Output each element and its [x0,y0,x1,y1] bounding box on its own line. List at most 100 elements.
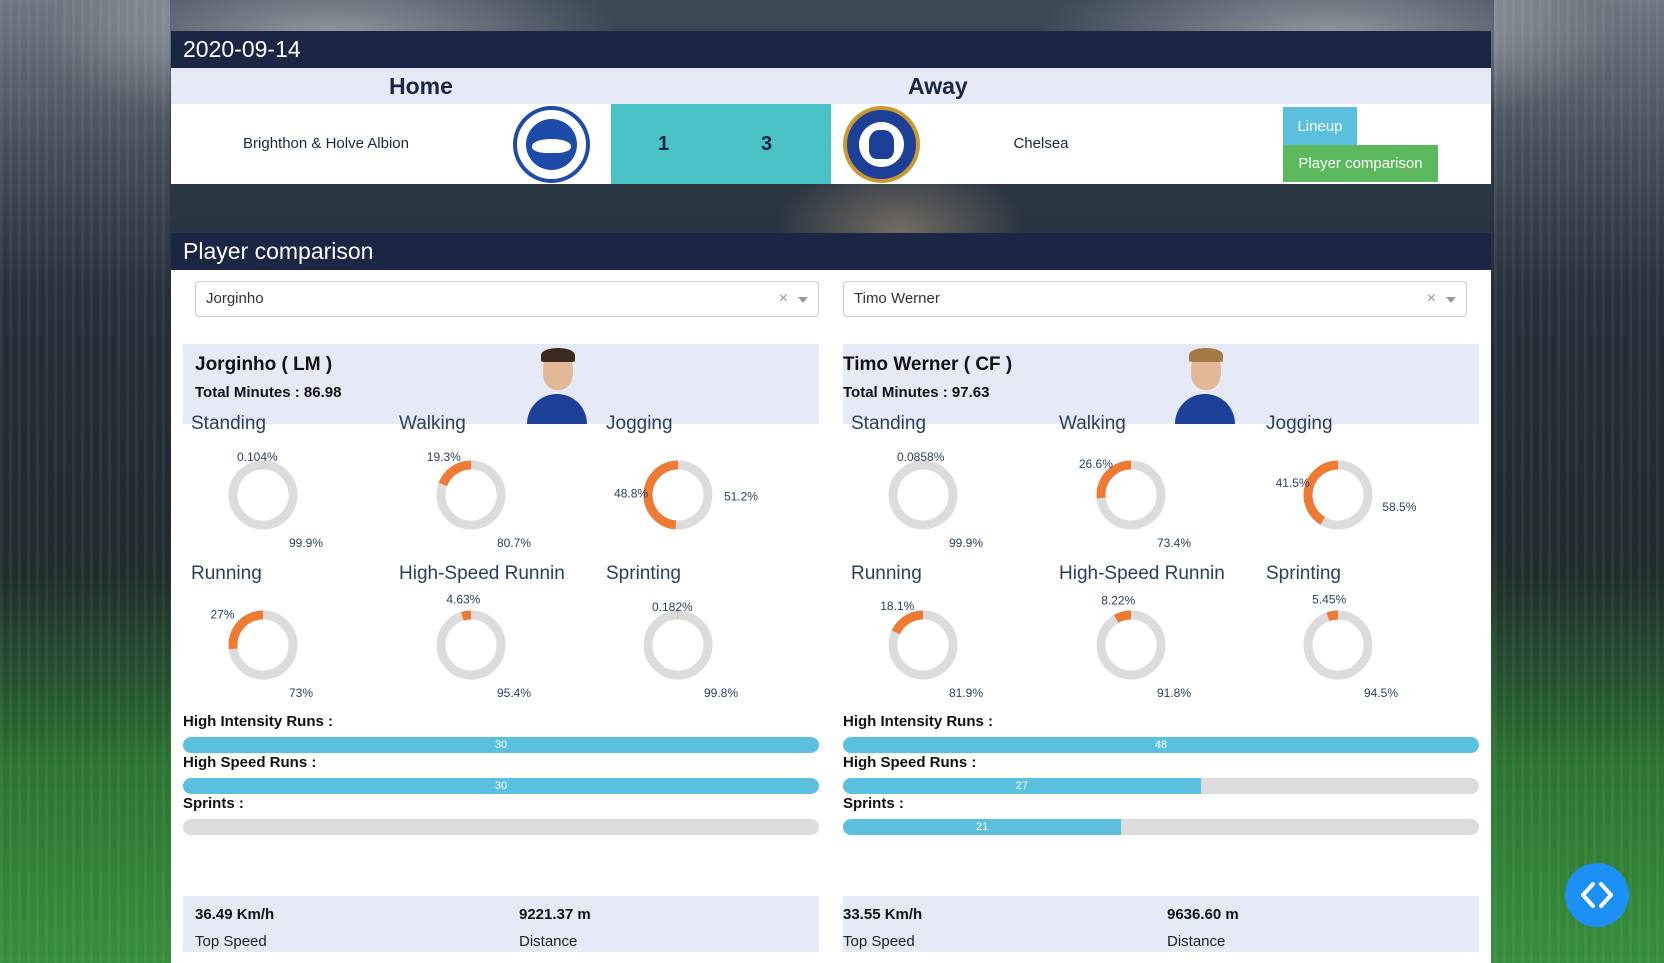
chevron-down-icon[interactable] [1446,297,1456,303]
donut-label-rest: 94.5% [1364,686,1398,700]
donut-jogging: Jogging 48.8% 51.2% [598,409,798,559]
donut-label-rest: 99.9% [949,536,983,550]
donut-label-rest: 99.8% [704,686,738,700]
home-score: 1 [658,133,670,155]
donut-chart: 19.3% 80.7% [427,450,532,550]
donut-jogging: Jogging 41.5% 58.5% [1258,409,1458,559]
metric-progress-fill: 30 [183,778,819,794]
metric-label: High Speed Runs : [183,754,317,771]
stadium-stand-right [1494,0,1664,963]
stadium-stand-left [0,0,170,963]
metric-label: High Intensity Runs : [843,713,993,730]
donut-label-rest: 99.9% [289,536,323,550]
donut-slice-primary [1326,610,1339,622]
donut-label-primary: 18.1% [880,599,914,613]
player-comparison-button[interactable]: Player comparison [1283,145,1438,182]
donut-label-rest: 73% [289,686,313,700]
player-name: Timo Werner ( CF ) [843,354,1013,375]
donut-label-primary: 0.182% [652,600,693,614]
match-card: 2020-09-14 Home Away Brighthon & Holve A… [171,31,1491,184]
metric-progress-bar: 27 [843,778,1479,794]
donut-slice-rest [436,610,506,680]
distance-value: 9636.60 m [1167,906,1239,923]
away-label: Away [908,73,968,99]
metric-progress-bar: 30 [183,737,819,753]
donut-sprinting: Sprinting 0.182% 99.8% [598,559,798,709]
donut-label-primary: 0.104% [237,450,278,464]
player-name: Jorginho ( LM ) [195,354,333,375]
player-comparison-title: Player comparison [171,233,1491,270]
away-team-crest [843,106,920,183]
donut-chart: 5.45% 94.5% [1303,593,1398,700]
player-total-minutes: Total Minutes : 97.63 [843,384,990,401]
donut-label-rest: 73.4% [1157,536,1191,550]
donut-chart: 18.1% 81.9% [880,599,983,700]
distance-label: Distance [1167,933,1226,950]
player-stats-right: 33.55 Km/h Top Speed 9636.60 m Distance [843,896,1479,952]
donut-chart: 48.8% 51.2% [614,460,758,530]
donut-chart: 4.63% 95.4% [436,592,531,700]
metric-progress-bar [183,819,819,835]
metric-progress-fill: 30 [183,737,819,753]
donut-slice-primary [1113,610,1132,623]
donut-chart: 0.182% 99.8% [643,600,738,700]
distance-label: Distance [519,933,578,950]
donut-walking: Walking 19.3% 80.7% [391,409,591,559]
donut-chart: 8.22% 91.8% [1096,594,1191,700]
donut-label-primary: 48.8% [614,486,648,500]
chevron-down-icon[interactable] [798,297,808,303]
donut-label-rest: 58.5% [1382,500,1416,514]
match-date: 2020-09-14 [171,31,1491,68]
player-comparison-panel: Player comparison Jorginho × Jorginho ( … [171,233,1491,963]
donut-label-rest: 81.9% [949,686,983,700]
donut-slice-rest [1096,610,1166,680]
donut-label-rest: 91.8% [1157,686,1191,700]
player-select-right[interactable]: Timo Werner × [843,281,1467,317]
donut-slice-rest [1303,610,1373,680]
player-select-left-value: Jorginho [206,290,264,307]
top-speed-value: 36.49 Km/h [195,906,275,923]
donut-label-primary: 4.63% [446,592,480,606]
donut-running: Running 27% 73% [183,559,383,709]
home-team-name: Brighthon & Holve Albion [243,135,409,152]
donut-label-rest: 51.2% [724,490,758,504]
donut-standing: Standing 0.0858% 99.9% [843,409,1043,559]
donut-slice-rest [228,460,298,530]
donut-slice-rest [643,610,713,680]
donut-slice-primary [461,610,472,621]
donut-label-primary: 5.45% [1312,593,1346,607]
code-icon [1581,882,1613,908]
donut-sprinting: Sprinting 5.45% 94.5% [1258,559,1458,709]
donut-label-primary: 8.22% [1101,594,1135,608]
donut-walking: Walking 26.6% 73.4% [1051,409,1251,559]
metric-label: High Speed Runs : [843,754,977,771]
home-label: Home [389,73,453,99]
donut-slice-primary [1303,460,1339,525]
donut-chart: 0.0858% 99.9% [888,450,983,550]
donut-chart: 26.6% 73.4% [1079,457,1191,550]
metric-progress-fill: 27 [843,778,1201,794]
top-speed-label: Top Speed [195,933,267,950]
donut-standing: Standing 0.104% 99.9% [183,409,383,559]
donut-label-primary: 0.0858% [897,450,945,464]
home-team-crest [513,106,590,183]
player-total-minutes: Total Minutes : 86.98 [195,384,342,401]
away-team-name: Chelsea [1013,135,1069,152]
score-box: 1 3 [611,104,831,184]
player-stats-left: 36.49 Km/h Top Speed 9221.37 m Distance [183,896,819,952]
player-select-left[interactable]: Jorginho × [195,281,819,317]
metric-progress-fill: 48 [843,737,1479,753]
metric-progress-bar: 21 [843,819,1479,835]
metric-progress-bar: 30 [183,778,819,794]
code-toggle-button[interactable] [1565,863,1629,927]
lineup-button[interactable]: Lineup [1283,107,1357,145]
home-away-row: Home Away [171,68,1491,104]
metric-progress-fill: 21 [843,819,1122,835]
donut-label-rest: 95.4% [497,686,531,700]
distance-value: 9221.37 m [519,906,591,923]
donut-label-primary: 41.5% [1276,476,1310,490]
donut-label-rest: 80.7% [497,536,531,550]
close-icon[interactable]: × [1427,282,1436,316]
donut-slice-primary [438,460,472,487]
close-icon[interactable]: × [779,282,788,316]
